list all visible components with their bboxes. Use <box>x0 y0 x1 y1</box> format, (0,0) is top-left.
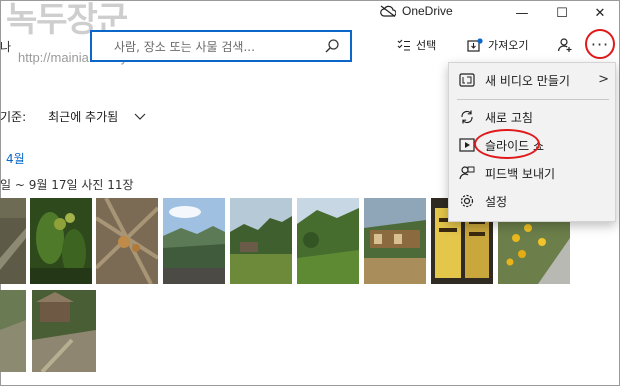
select-label: 선택 <box>416 39 437 52</box>
select-button[interactable]: 선택 <box>397 34 436 56</box>
photo-thumbnail[interactable] <box>364 198 426 284</box>
import-icon <box>467 38 483 52</box>
photo-thumbnail[interactable] <box>96 198 158 284</box>
sort-dropdown[interactable]: 최근에 추가됨 <box>48 108 118 125</box>
sort-row: 기준: 최근에 추가됨 <box>0 108 146 125</box>
sort-label: 기준: <box>0 110 27 124</box>
add-person-button[interactable] <box>557 34 573 56</box>
highlight-circle-more <box>585 29 615 59</box>
chevron-right-icon: > <box>598 72 609 87</box>
menu-divider <box>457 99 609 100</box>
search-icon[interactable] <box>324 38 340 58</box>
cloud-icon <box>380 5 396 17</box>
photo-thumbnail[interactable] <box>297 198 359 284</box>
photo-thumbnail[interactable] <box>30 198 92 284</box>
slideshow-icon <box>459 137 475 153</box>
photo-thumbnail[interactable] <box>230 198 292 284</box>
menu-item-label: 새로 고침 <box>485 110 533 125</box>
date-range-heading: 일 ~ 9월 17일 사진 11장 <box>0 178 134 192</box>
onedrive-label: OneDrive <box>402 4 453 18</box>
import-button[interactable]: 가져오기 <box>467 34 528 56</box>
collection-label-cropped[interactable]: 나 <box>0 38 11 55</box>
menu-item-feedback[interactable]: 피드백 보내기 <box>449 160 617 186</box>
search-input[interactable] <box>114 38 314 56</box>
photo-thumbnail[interactable] <box>0 290 26 372</box>
import-label: 가져오기 <box>488 39 529 52</box>
title-bar: OneDrive — ☐ ✕ <box>0 0 620 26</box>
close-button[interactable]: ✕ <box>580 0 620 26</box>
add-person-icon <box>557 38 572 52</box>
highlight-circle-slideshow <box>474 129 540 159</box>
menu-item-label: 피드백 보내기 <box>485 166 556 181</box>
settings-gear-icon <box>459 193 475 209</box>
maximize-button[interactable]: ☐ <box>542 0 582 26</box>
menu-item-label: 설정 <box>485 194 508 209</box>
checklist-icon <box>397 39 410 51</box>
menu-item-settings[interactable]: 설정 <box>449 188 617 214</box>
feedback-icon <box>459 165 475 181</box>
video-editor-icon <box>459 72 475 88</box>
chevron-down-icon[interactable] <box>134 113 146 121</box>
photo-thumbnail[interactable] <box>163 198 225 284</box>
onedrive-status[interactable]: OneDrive <box>380 4 453 18</box>
minimize-button[interactable]: — <box>502 0 542 26</box>
menu-item-new-video[interactable]: 새 비디오 만들기 > <box>449 67 617 93</box>
menu-item-label: 새 비디오 만들기 <box>485 73 570 88</box>
refresh-icon <box>459 109 475 125</box>
month-heading[interactable]: 4월 <box>6 150 25 167</box>
photo-thumbnail[interactable] <box>32 290 96 372</box>
search-box[interactable] <box>90 30 352 62</box>
photo-thumbnail[interactable] <box>0 198 26 284</box>
menu-item-refresh[interactable]: 새로 고침 <box>449 104 617 130</box>
